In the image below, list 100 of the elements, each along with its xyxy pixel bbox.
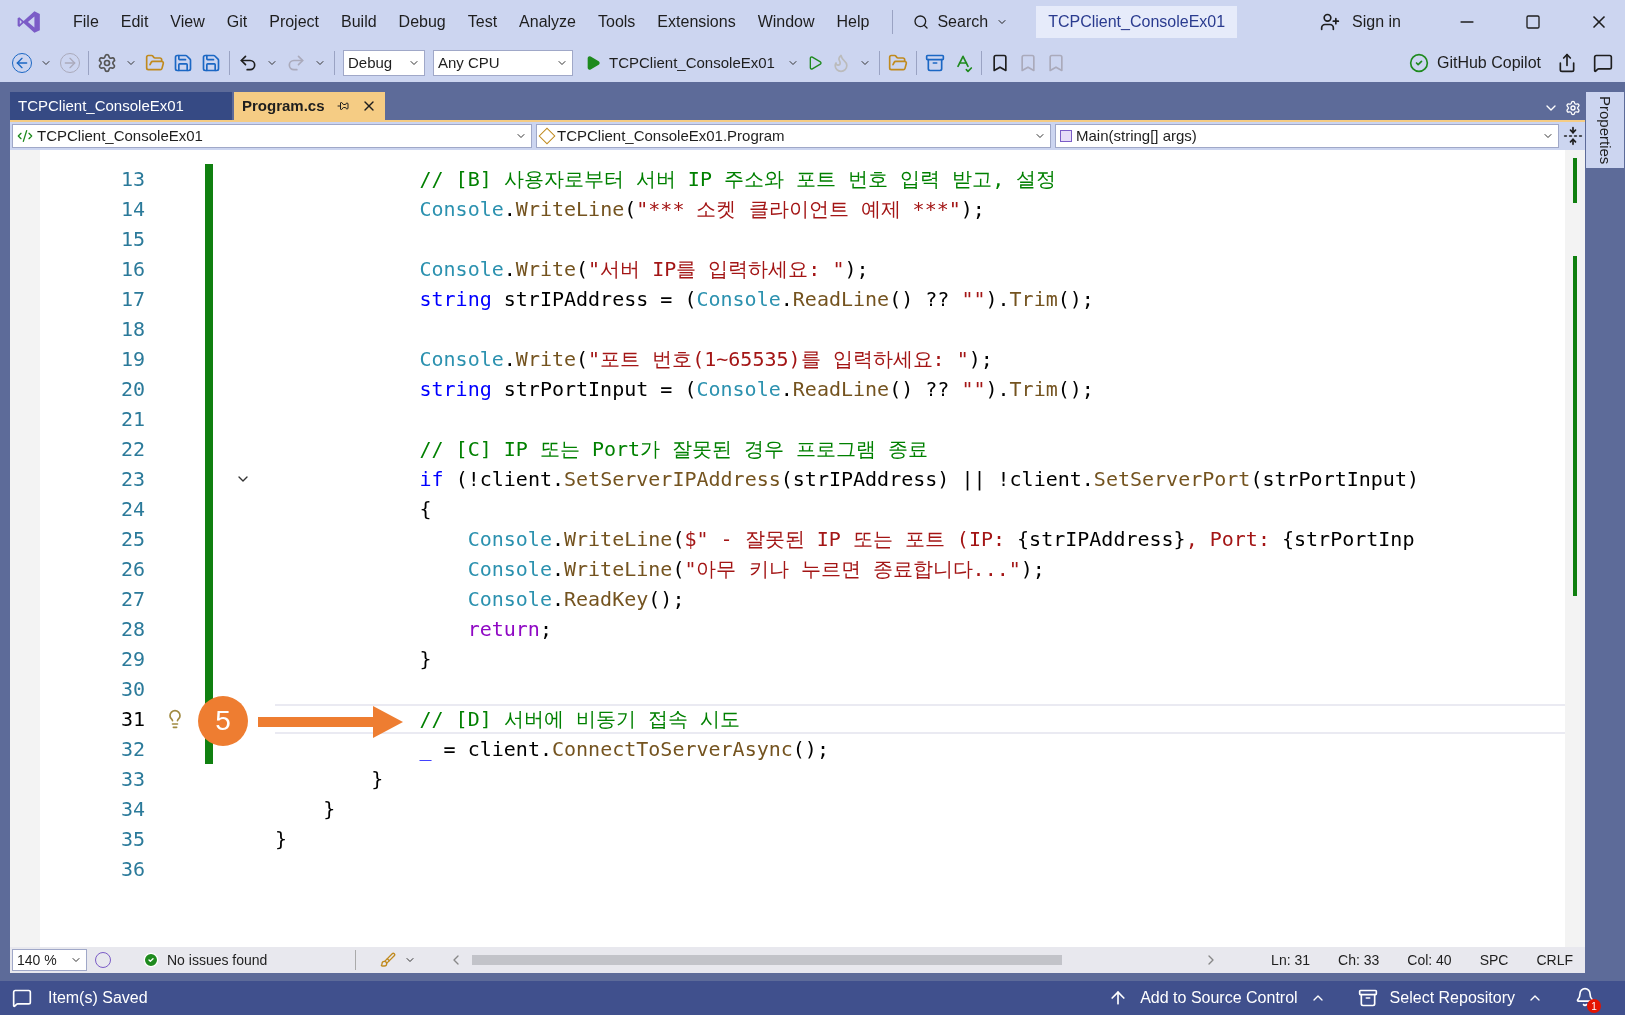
code-line: _ = client.ConnectToServerAsync(); — [419, 736, 829, 762]
menu-item[interactable]: View — [159, 10, 216, 34]
save-all-icon[interactable] — [201, 53, 221, 73]
type-dropdown[interactable]: TCPClient_ConsoleEx01.Program — [536, 124, 1051, 148]
add-to-source-control-button[interactable]: Add to Source Control — [1108, 986, 1326, 1010]
code-line: } — [419, 646, 432, 672]
line-number: 27 — [119, 586, 145, 613]
line-number: 22 — [119, 436, 145, 463]
line-number: 14 — [119, 196, 145, 223]
code-line: string strIPAddress = (Console.ReadLine() ?? "").Trim(); — [419, 286, 1094, 312]
project-name: TCPClient_ConsoleEx01 — [37, 125, 203, 146]
cursor-position: Col: 40 — [1407, 950, 1452, 970]
code-line: Console.WriteLine("아무 키나 누르면 종료합니다..."); — [467, 556, 1045, 582]
properties-tab[interactable]: Properties — [1585, 92, 1625, 169]
line-number: 26 — [119, 556, 145, 583]
line-number: 20 — [119, 376, 145, 403]
line-number: 25 — [119, 526, 145, 553]
cursor-position: CRLF — [1536, 950, 1573, 970]
menu-item[interactable]: File — [62, 10, 110, 34]
horizontal-scrollbar[interactable] — [472, 955, 1063, 965]
code-line: } — [323, 796, 336, 822]
code-line: // [C] IP 또는 Port가 잘못된 경우 프로그램 종료 — [419, 436, 929, 462]
menu-item[interactable]: Project — [258, 10, 330, 34]
code-line: } — [371, 766, 384, 792]
search-button[interactable]: Search — [905, 10, 1017, 34]
save-icon[interactable] — [173, 53, 193, 73]
platform-dropdown[interactable]: Any CPU — [433, 50, 573, 76]
code-editor[interactable] — [10, 150, 1585, 947]
code-line: Console.WriteLine("*** 소켓 클라이언트 예제 ***"); — [419, 196, 985, 222]
check-icon — [143, 952, 159, 968]
menu-item[interactable]: Edit — [109, 10, 160, 34]
cursor-position: Ch: 33 — [1338, 950, 1380, 970]
line-number: 31 — [119, 706, 145, 733]
brush-icon[interactable] — [380, 952, 397, 968]
undo-icon[interactable] — [238, 53, 258, 73]
person-plus-icon — [1320, 12, 1341, 32]
menu-item[interactable]: Git — [215, 10, 259, 34]
cursor-position: Ln: 31 — [1271, 950, 1311, 970]
feedback-icon[interactable] — [1593, 53, 1613, 73]
line-number: 18 — [119, 316, 145, 343]
line-number: 28 — [119, 616, 145, 643]
line-number: 15 — [119, 226, 145, 253]
menu-item[interactable]: Extensions — [646, 10, 747, 34]
configuration-dropdown[interactable]: Debug — [343, 50, 425, 76]
line-number: 29 — [119, 646, 145, 673]
line-number: 30 — [119, 676, 145, 703]
code-line: Console.ReadKey(); — [467, 586, 685, 612]
start-button[interactable]: TCPClient_ConsoleEx01 — [581, 51, 779, 75]
status-message: Item(s) Saved — [48, 988, 148, 1008]
line-number: 13 — [119, 166, 145, 193]
document-tab[interactable]: Program.cs — [234, 92, 385, 120]
redo-icon[interactable] — [286, 53, 306, 73]
line-number: 21 — [119, 406, 145, 433]
settings-icon[interactable] — [1565, 100, 1581, 116]
line-number: 34 — [119, 796, 145, 823]
code-line: { — [419, 496, 432, 522]
method-icon — [1060, 130, 1072, 142]
solution-title: TCPClient_ConsoleEx01 — [1036, 6, 1238, 38]
split-icon[interactable] — [1563, 126, 1583, 146]
maximize-icon[interactable] — [1525, 14, 1541, 30]
select-repository-button[interactable]: Select Repository — [1357, 986, 1543, 1010]
document-tab[interactable]: TCPClient_ConsoleEx01 — [10, 92, 232, 120]
code-line: Console.Write("포트 번호(1~65535)를 입력하세요: "); — [419, 346, 993, 372]
cursor-position: SPC — [1479, 950, 1509, 970]
zoom-dropdown[interactable]: 140 % — [12, 949, 87, 971]
menu-item[interactable]: Help — [825, 10, 881, 34]
line-number: 23 — [119, 466, 145, 493]
line-number: 32 — [119, 736, 145, 763]
line-number: 33 — [119, 766, 145, 793]
menu-item[interactable]: Debug — [387, 10, 457, 34]
member-name: Main(string[] args) — [1076, 125, 1197, 146]
menu-item[interactable]: Window — [746, 10, 826, 34]
output-icon[interactable] — [12, 988, 32, 1008]
repository-icon — [1357, 988, 1378, 1008]
code-line: Console.WriteLine($" - 잘못된 IP 또는 포트 (IP: {strIPAddress}, Port: {strPortInp — [467, 526, 1415, 552]
line-number: 16 — [119, 256, 145, 283]
menu-item[interactable]: Tools — [587, 10, 647, 34]
code-line: } — [275, 826, 288, 852]
type-name: TCPClient_ConsoleEx01.Program — [557, 125, 785, 146]
share-icon[interactable] — [1557, 53, 1577, 73]
project-dropdown[interactable]: TCPClient_ConsoleEx01 — [12, 124, 532, 148]
issues-status[interactable]: No issues found — [167, 949, 268, 971]
app-logo-icon — [16, 9, 42, 35]
line-number: 36 — [119, 856, 145, 883]
sign-in-button[interactable]: Sign in — [1312, 10, 1409, 34]
code-line: // [B] 사용자로부터 서버 IP 주소와 포트 번호 입력 받고, 설정 — [419, 166, 1057, 192]
line-number: 35 — [119, 826, 145, 853]
menu-item[interactable]: Analyze — [508, 10, 587, 34]
line-number: 19 — [119, 346, 145, 373]
pin-icon[interactable] — [336, 100, 349, 112]
play-icon — [585, 55, 601, 71]
member-dropdown[interactable]: Main(string[] args) — [1055, 124, 1559, 148]
change-marker — [1573, 158, 1577, 203]
project-icon — [17, 128, 33, 144]
menu-item[interactable]: Test — [456, 10, 509, 34]
menu-item[interactable]: Build — [330, 10, 388, 34]
folder-icon[interactable] — [145, 53, 165, 73]
copilot-button[interactable]: GitHub Copilot — [1408, 51, 1541, 75]
code-line: return; — [467, 616, 552, 642]
code-line: // [D] 서버에 비동기 접속 시도 — [419, 706, 740, 732]
